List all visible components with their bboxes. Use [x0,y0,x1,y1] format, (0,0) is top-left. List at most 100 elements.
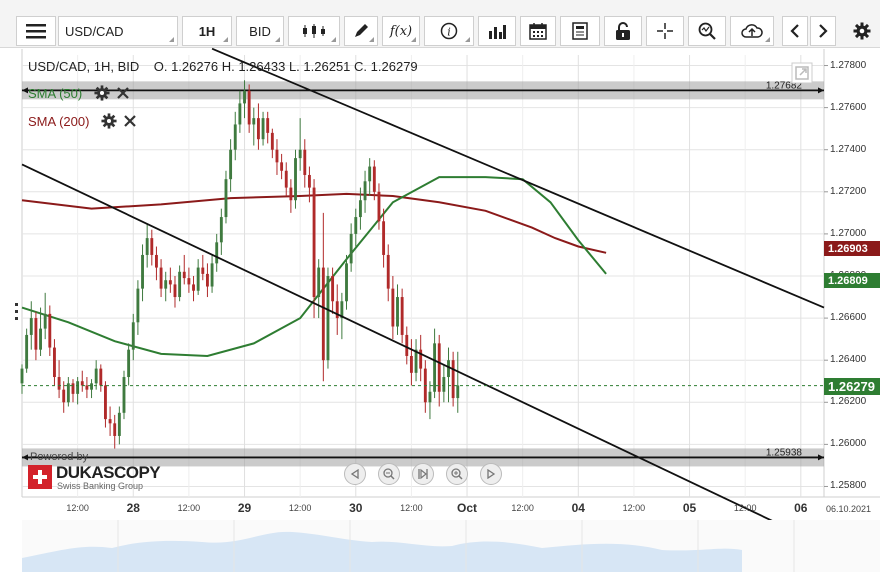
x-tick-label: 05 [682,501,697,515]
candle-body [62,389,66,403]
candle [321,212,325,382]
indicator-sma200[interactable]: SMA (200) [28,113,137,129]
indicator-sma50-label: SMA (50) [28,85,83,101]
candle [256,103,260,150]
candle-body [66,383,70,403]
candle-body [238,103,242,125]
gear-icon[interactable] [94,85,110,101]
info-instrument: USD/CAD, 1H, BID [28,59,140,74]
candle-body [53,347,56,378]
candle [419,334,423,382]
fullscreen-button[interactable] [791,62,813,84]
panel-resize-handle[interactable] [14,303,20,321]
candle-body [243,90,246,104]
candle-body [252,118,256,125]
candle-body [224,179,228,218]
candle-body [400,297,404,335]
candle [187,267,191,293]
candle-body [43,313,47,329]
candle [294,149,297,209]
candle-body [405,334,409,356]
candle [136,280,140,335]
candle-body [331,276,335,302]
zoom-in-button[interactable] [446,463,468,485]
candle [363,170,367,213]
candle-body [29,318,33,335]
candle [298,118,302,171]
low-value: 1.26251 [303,59,351,74]
y-tick-label: 1.25800 [830,480,867,492]
candle [354,208,358,247]
candle [20,364,24,394]
close-icon[interactable] [116,86,130,100]
candle [317,259,321,319]
navigator-strip[interactable] [22,520,880,572]
candle-body [127,349,131,378]
candle-body [377,191,381,222]
reset-view-button[interactable] [412,463,434,485]
candle-body [386,254,390,289]
high-value: 1.26433 [238,59,286,74]
x-tick-label: 12:00 [733,503,757,513]
candle [386,244,390,302]
candle-body [122,377,126,413]
candle [289,179,293,213]
candle [414,339,418,382]
candle [53,339,56,386]
candle [104,381,107,428]
candle-body [136,288,140,323]
candle-body [145,238,149,255]
candle-body [187,278,191,285]
nav-back-button[interactable] [344,463,366,485]
candle [312,179,316,319]
candle [261,111,265,146]
x-tick-label: 29 [237,501,252,515]
candle-body [182,271,186,279]
candle-body [104,385,107,420]
candle [155,246,158,281]
candle [247,84,251,133]
candle [224,170,228,224]
candle-body [266,118,270,133]
candle-body [275,149,279,163]
nav-forward-button[interactable] [480,463,502,485]
candle [182,254,186,285]
candle [219,208,223,255]
candle-body [280,162,284,171]
x-tick-label: 28 [126,501,140,515]
y-tick-label: 1.27400 [830,143,867,155]
candle-body [94,368,98,384]
candle-body [284,170,288,188]
indicator-sma50[interactable]: SMA (50) [28,85,130,101]
date-stamp: 06.10.2021 [826,504,872,514]
candle-body [57,377,61,390]
candle [252,107,256,146]
candle-body [34,318,38,350]
indicator-sma200-label: SMA (200) [28,113,90,129]
zoom-out-button[interactable] [378,463,400,485]
x-tick-label: 12:00 [511,503,534,513]
candle-body [150,238,154,255]
candle [391,276,395,340]
candle [122,370,126,420]
candle [396,284,399,335]
candle [428,381,432,420]
x-tick-label: 06 [794,501,808,515]
gear-icon[interactable] [101,113,117,129]
candle [43,292,47,340]
candle [266,111,270,144]
candle-body [289,187,293,201]
level-label: 1.25938 [766,447,803,458]
candle [131,313,135,361]
close-icon[interactable] [123,114,137,128]
candle-body [349,233,353,264]
candle-body [164,280,168,289]
candle-body [215,242,219,264]
candle-body [196,267,200,291]
candle-body [391,288,395,327]
x-tick-label: 12:00 [400,503,423,513]
x-tick-label: 12:00 [288,503,312,513]
candle-body [312,187,316,298]
candle-body [229,149,233,180]
candle-body [155,254,158,268]
